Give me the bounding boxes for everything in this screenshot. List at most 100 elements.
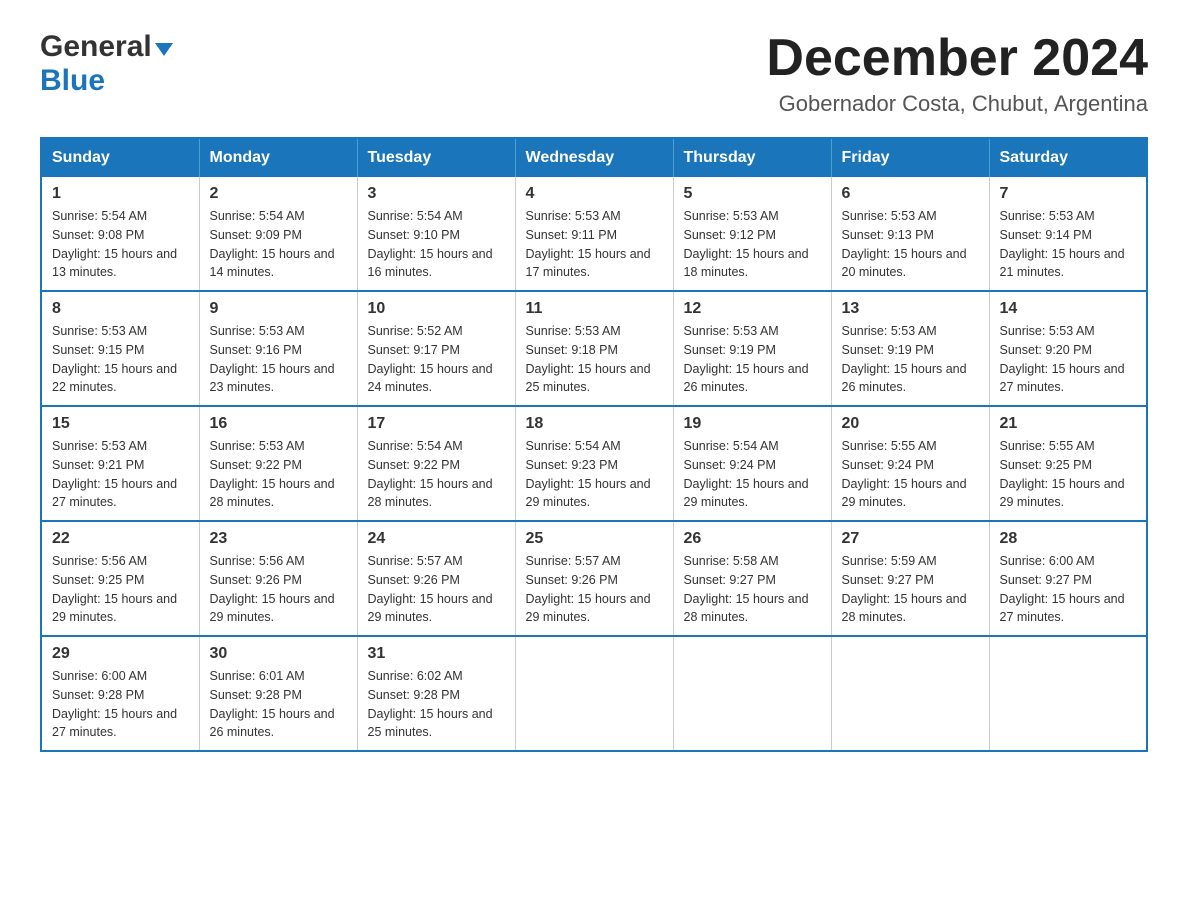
calendar-day-cell: 7 Sunrise: 5:53 AMSunset: 9:14 PMDaylight… (989, 177, 1147, 291)
day-number: 12 (684, 300, 821, 318)
day-number: 4 (526, 185, 663, 203)
day-number: 3 (368, 185, 505, 203)
calendar-day-cell: 1Sunrise: 5:54 AMSunset: 9:08 PMDaylight… (41, 177, 199, 291)
weekday-header-monday: Monday (199, 138, 357, 177)
calendar-day-cell: 5 Sunrise: 5:53 AMSunset: 9:12 PMDaylight… (673, 177, 831, 291)
calendar-day-cell (673, 636, 831, 751)
day-info: Sunrise: 5:52 AMSunset: 9:17 PMDaylight:… (368, 322, 505, 397)
day-info: Sunrise: 5:56 AMSunset: 9:26 PMDaylight:… (210, 552, 347, 627)
day-info: Sunrise: 5:53 AMSunset: 9:19 PMDaylight:… (684, 322, 821, 397)
weekday-header-tuesday: Tuesday (357, 138, 515, 177)
title-area: December 2024 Gobernador Costa, Chubut, … (766, 30, 1148, 117)
calendar-day-cell: 16 Sunrise: 5:53 AMSunset: 9:22 PMDayligh… (199, 406, 357, 521)
calendar-week-row: 15Sunrise: 5:53 AMSunset: 9:21 PMDayligh… (41, 406, 1147, 521)
day-number: 15 (52, 415, 189, 433)
day-info: Sunrise: 5:55 AMSunset: 9:25 PMDaylight:… (1000, 437, 1137, 512)
day-number: 11 (526, 300, 663, 318)
calendar-day-cell: 30 Sunrise: 6:01 AMSunset: 9:28 PMDayligh… (199, 636, 357, 751)
calendar-day-cell: 28Sunrise: 6:00 AMSunset: 9:27 PMDayligh… (989, 521, 1147, 636)
day-info: Sunrise: 5:53 AMSunset: 9:20 PMDaylight:… (1000, 322, 1137, 397)
calendar-day-cell (831, 636, 989, 751)
day-number: 24 (368, 530, 505, 548)
calendar-day-cell: 13Sunrise: 5:53 AMSunset: 9:19 PMDayligh… (831, 291, 989, 406)
weekday-header-wednesday: Wednesday (515, 138, 673, 177)
logo: General Blue (40, 30, 173, 98)
day-info: Sunrise: 5:53 AMSunset: 9:22 PMDaylight:… (210, 437, 347, 512)
calendar-week-row: 1Sunrise: 5:54 AMSunset: 9:08 PMDaylight… (41, 177, 1147, 291)
day-number: 28 (1000, 530, 1137, 548)
calendar-day-cell: 21 Sunrise: 5:55 AMSunset: 9:25 PMDayligh… (989, 406, 1147, 521)
day-number: 26 (684, 530, 821, 548)
calendar-day-cell (515, 636, 673, 751)
day-number: 16 (210, 415, 347, 433)
page-title: December 2024 (766, 30, 1148, 87)
day-number: 23 (210, 530, 347, 548)
day-number: 9 (210, 300, 347, 318)
calendar-day-cell: 19 Sunrise: 5:54 AMSunset: 9:24 PMDayligh… (673, 406, 831, 521)
day-number: 6 (842, 185, 979, 203)
calendar-day-cell: 10 Sunrise: 5:52 AMSunset: 9:17 PMDayligh… (357, 291, 515, 406)
day-number: 20 (842, 415, 979, 433)
day-number: 18 (526, 415, 663, 433)
day-info: Sunrise: 5:53 AMSunset: 9:13 PMDaylight:… (842, 207, 979, 282)
logo-general: General (40, 30, 152, 64)
calendar-week-row: 22 Sunrise: 5:56 AMSunset: 9:25 PMDayligh… (41, 521, 1147, 636)
calendar-week-row: 8Sunrise: 5:53 AMSunset: 9:15 PMDaylight… (41, 291, 1147, 406)
day-number: 22 (52, 530, 189, 548)
calendar-day-cell: 18 Sunrise: 5:54 AMSunset: 9:23 PMDayligh… (515, 406, 673, 521)
day-info: Sunrise: 5:56 AMSunset: 9:25 PMDaylight:… (52, 552, 189, 627)
calendar-day-cell: 14 Sunrise: 5:53 AMSunset: 9:20 PMDayligh… (989, 291, 1147, 406)
logo-triangle-icon (155, 43, 173, 56)
day-number: 29 (52, 645, 189, 663)
calendar-day-cell: 29 Sunrise: 6:00 AMSunset: 9:28 PMDayligh… (41, 636, 199, 751)
day-info: Sunrise: 5:54 AMSunset: 9:10 PMDaylight:… (368, 207, 505, 282)
day-info: Sunrise: 5:54 AMSunset: 9:22 PMDaylight:… (368, 437, 505, 512)
calendar-table: SundayMondayTuesdayWednesdayThursdayFrid… (40, 137, 1148, 752)
day-info: Sunrise: 5:53 AMSunset: 9:15 PMDaylight:… (52, 322, 189, 397)
day-info: Sunrise: 5:53 AMSunset: 9:12 PMDaylight:… (684, 207, 821, 282)
day-info: Sunrise: 5:57 AMSunset: 9:26 PMDaylight:… (526, 552, 663, 627)
calendar-day-cell: 25Sunrise: 5:57 AMSunset: 9:26 PMDayligh… (515, 521, 673, 636)
weekday-header-saturday: Saturday (989, 138, 1147, 177)
day-info: Sunrise: 5:53 AMSunset: 9:14 PMDaylight:… (1000, 207, 1137, 282)
calendar-day-cell: 4 Sunrise: 5:53 AMSunset: 9:11 PMDaylight… (515, 177, 673, 291)
day-info: Sunrise: 5:53 AMSunset: 9:19 PMDaylight:… (842, 322, 979, 397)
day-info: Sunrise: 6:00 AMSunset: 9:28 PMDaylight:… (52, 667, 189, 742)
day-number: 14 (1000, 300, 1137, 318)
day-info: Sunrise: 5:53 AMSunset: 9:18 PMDaylight:… (526, 322, 663, 397)
day-info: Sunrise: 5:54 AMSunset: 9:08 PMDaylight:… (52, 207, 189, 282)
calendar-day-cell: 27 Sunrise: 5:59 AMSunset: 9:27 PMDayligh… (831, 521, 989, 636)
day-number: 10 (368, 300, 505, 318)
calendar-day-cell: 11 Sunrise: 5:53 AMSunset: 9:18 PMDayligh… (515, 291, 673, 406)
day-number: 5 (684, 185, 821, 203)
day-info: Sunrise: 5:53 AMSunset: 9:11 PMDaylight:… (526, 207, 663, 282)
day-info: Sunrise: 5:57 AMSunset: 9:26 PMDaylight:… (368, 552, 505, 627)
day-number: 7 (1000, 185, 1137, 203)
calendar-day-cell: 6 Sunrise: 5:53 AMSunset: 9:13 PMDaylight… (831, 177, 989, 291)
day-number: 19 (684, 415, 821, 433)
page-subtitle: Gobernador Costa, Chubut, Argentina (766, 91, 1148, 117)
calendar-day-cell: 2 Sunrise: 5:54 AMSunset: 9:09 PMDaylight… (199, 177, 357, 291)
day-info: Sunrise: 5:54 AMSunset: 9:09 PMDaylight:… (210, 207, 347, 282)
day-info: Sunrise: 5:58 AMSunset: 9:27 PMDaylight:… (684, 552, 821, 627)
weekday-header-row: SundayMondayTuesdayWednesdayThursdayFrid… (41, 138, 1147, 177)
calendar-day-cell: 15Sunrise: 5:53 AMSunset: 9:21 PMDayligh… (41, 406, 199, 521)
day-number: 27 (842, 530, 979, 548)
calendar-week-row: 29 Sunrise: 6:00 AMSunset: 9:28 PMDayligh… (41, 636, 1147, 751)
day-info: Sunrise: 5:59 AMSunset: 9:27 PMDaylight:… (842, 552, 979, 627)
calendar-day-cell: 20 Sunrise: 5:55 AMSunset: 9:24 PMDayligh… (831, 406, 989, 521)
calendar-day-cell: 17Sunrise: 5:54 AMSunset: 9:22 PMDayligh… (357, 406, 515, 521)
day-info: Sunrise: 5:54 AMSunset: 9:24 PMDaylight:… (684, 437, 821, 512)
calendar-day-cell: 26 Sunrise: 5:58 AMSunset: 9:27 PMDayligh… (673, 521, 831, 636)
day-number: 2 (210, 185, 347, 203)
day-number: 21 (1000, 415, 1137, 433)
day-info: Sunrise: 5:53 AMSunset: 9:16 PMDaylight:… (210, 322, 347, 397)
calendar-day-cell: 8Sunrise: 5:53 AMSunset: 9:15 PMDaylight… (41, 291, 199, 406)
day-info: Sunrise: 5:54 AMSunset: 9:23 PMDaylight:… (526, 437, 663, 512)
day-number: 30 (210, 645, 347, 663)
calendar-day-cell: 9 Sunrise: 5:53 AMSunset: 9:16 PMDaylight… (199, 291, 357, 406)
calendar-day-cell: 31Sunrise: 6:02 AMSunset: 9:28 PMDayligh… (357, 636, 515, 751)
day-info: Sunrise: 5:55 AMSunset: 9:24 PMDaylight:… (842, 437, 979, 512)
day-number: 31 (368, 645, 505, 663)
day-info: Sunrise: 6:01 AMSunset: 9:28 PMDaylight:… (210, 667, 347, 742)
